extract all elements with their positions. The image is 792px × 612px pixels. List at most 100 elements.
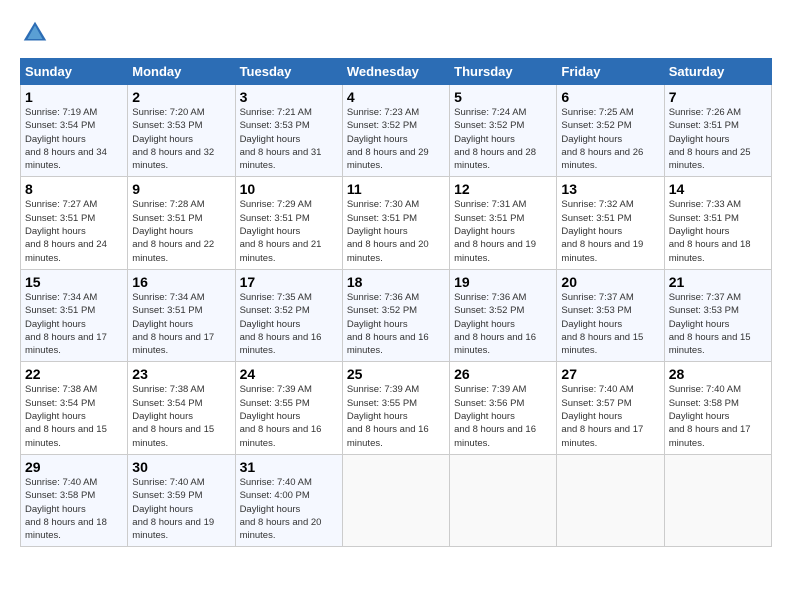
day-detail: Sunrise: 7:28 AMSunset: 3:51 PMDaylight … xyxy=(132,199,214,263)
day-detail: Sunrise: 7:21 AMSunset: 3:53 PMDaylight … xyxy=(240,107,322,171)
calendar-cell: 27 Sunrise: 7:40 AMSunset: 3:57 PMDaylig… xyxy=(557,362,664,454)
calendar-cell: 6 Sunrise: 7:25 AMSunset: 3:52 PMDayligh… xyxy=(557,85,664,177)
calendar-col-wednesday: Wednesday xyxy=(342,59,449,85)
calendar-cell: 13 Sunrise: 7:32 AMSunset: 3:51 PMDaylig… xyxy=(557,177,664,269)
calendar-cell: 5 Sunrise: 7:24 AMSunset: 3:52 PMDayligh… xyxy=(450,85,557,177)
day-detail: Sunrise: 7:40 AMSunset: 3:58 PMDaylight … xyxy=(25,477,107,541)
day-number: 8 xyxy=(25,181,123,197)
day-detail: Sunrise: 7:29 AMSunset: 3:51 PMDaylight … xyxy=(240,199,322,263)
calendar-cell: 21 Sunrise: 7:37 AMSunset: 3:53 PMDaylig… xyxy=(664,269,771,361)
day-number: 24 xyxy=(240,366,338,382)
calendar-cell: 28 Sunrise: 7:40 AMSunset: 3:58 PMDaylig… xyxy=(664,362,771,454)
calendar-cell: 7 Sunrise: 7:26 AMSunset: 3:51 PMDayligh… xyxy=(664,85,771,177)
calendar-week-4: 22 Sunrise: 7:38 AMSunset: 3:54 PMDaylig… xyxy=(21,362,772,454)
day-detail: Sunrise: 7:23 AMSunset: 3:52 PMDaylight … xyxy=(347,107,429,171)
day-detail: Sunrise: 7:31 AMSunset: 3:51 PMDaylight … xyxy=(454,199,536,263)
day-detail: Sunrise: 7:38 AMSunset: 3:54 PMDaylight … xyxy=(132,384,214,448)
day-number: 10 xyxy=(240,181,338,197)
day-detail: Sunrise: 7:40 AMSunset: 3:59 PMDaylight … xyxy=(132,477,214,541)
day-number: 7 xyxy=(669,89,767,105)
calendar-cell: 8 Sunrise: 7:27 AMSunset: 3:51 PMDayligh… xyxy=(21,177,128,269)
page: SundayMondayTuesdayWednesdayThursdayFrid… xyxy=(0,0,792,612)
calendar-cell: 20 Sunrise: 7:37 AMSunset: 3:53 PMDaylig… xyxy=(557,269,664,361)
day-number: 21 xyxy=(669,274,767,290)
day-number: 13 xyxy=(561,181,659,197)
calendar-body: 1 Sunrise: 7:19 AMSunset: 3:54 PMDayligh… xyxy=(21,85,772,547)
day-detail: Sunrise: 7:24 AMSunset: 3:52 PMDaylight … xyxy=(454,107,536,171)
day-number: 17 xyxy=(240,274,338,290)
day-number: 12 xyxy=(454,181,552,197)
day-detail: Sunrise: 7:32 AMSunset: 3:51 PMDaylight … xyxy=(561,199,643,263)
calendar-col-thursday: Thursday xyxy=(450,59,557,85)
calendar-cell: 10 Sunrise: 7:29 AMSunset: 3:51 PMDaylig… xyxy=(235,177,342,269)
calendar-cell: 18 Sunrise: 7:36 AMSunset: 3:52 PMDaylig… xyxy=(342,269,449,361)
calendar-table: SundayMondayTuesdayWednesdayThursdayFrid… xyxy=(20,58,772,547)
day-number: 26 xyxy=(454,366,552,382)
calendar-cell: 15 Sunrise: 7:34 AMSunset: 3:51 PMDaylig… xyxy=(21,269,128,361)
day-detail: Sunrise: 7:39 AMSunset: 3:56 PMDaylight … xyxy=(454,384,536,448)
day-detail: Sunrise: 7:38 AMSunset: 3:54 PMDaylight … xyxy=(25,384,107,448)
calendar-cell xyxy=(664,454,771,546)
day-number: 2 xyxy=(132,89,230,105)
day-number: 1 xyxy=(25,89,123,105)
day-number: 16 xyxy=(132,274,230,290)
calendar-cell: 1 Sunrise: 7:19 AMSunset: 3:54 PMDayligh… xyxy=(21,85,128,177)
day-detail: Sunrise: 7:39 AMSunset: 3:55 PMDaylight … xyxy=(240,384,322,448)
calendar-week-2: 8 Sunrise: 7:27 AMSunset: 3:51 PMDayligh… xyxy=(21,177,772,269)
day-number: 29 xyxy=(25,459,123,475)
header xyxy=(20,18,772,48)
calendar-cell: 24 Sunrise: 7:39 AMSunset: 3:55 PMDaylig… xyxy=(235,362,342,454)
calendar-cell: 25 Sunrise: 7:39 AMSunset: 3:55 PMDaylig… xyxy=(342,362,449,454)
calendar-cell: 30 Sunrise: 7:40 AMSunset: 3:59 PMDaylig… xyxy=(128,454,235,546)
day-number: 3 xyxy=(240,89,338,105)
calendar-cell: 19 Sunrise: 7:36 AMSunset: 3:52 PMDaylig… xyxy=(450,269,557,361)
day-number: 25 xyxy=(347,366,445,382)
day-number: 30 xyxy=(132,459,230,475)
day-number: 11 xyxy=(347,181,445,197)
calendar-cell: 26 Sunrise: 7:39 AMSunset: 3:56 PMDaylig… xyxy=(450,362,557,454)
calendar-cell: 31 Sunrise: 7:40 AMSunset: 4:00 PMDaylig… xyxy=(235,454,342,546)
day-number: 27 xyxy=(561,366,659,382)
calendar-header-row: SundayMondayTuesdayWednesdayThursdayFrid… xyxy=(21,59,772,85)
calendar-col-saturday: Saturday xyxy=(664,59,771,85)
day-detail: Sunrise: 7:36 AMSunset: 3:52 PMDaylight … xyxy=(347,292,429,356)
day-detail: Sunrise: 7:37 AMSunset: 3:53 PMDaylight … xyxy=(669,292,751,356)
day-detail: Sunrise: 7:40 AMSunset: 3:58 PMDaylight … xyxy=(669,384,751,448)
calendar-cell: 12 Sunrise: 7:31 AMSunset: 3:51 PMDaylig… xyxy=(450,177,557,269)
calendar-cell: 17 Sunrise: 7:35 AMSunset: 3:52 PMDaylig… xyxy=(235,269,342,361)
day-number: 5 xyxy=(454,89,552,105)
day-detail: Sunrise: 7:37 AMSunset: 3:53 PMDaylight … xyxy=(561,292,643,356)
day-detail: Sunrise: 7:20 AMSunset: 3:53 PMDaylight … xyxy=(132,107,214,171)
calendar-col-monday: Monday xyxy=(128,59,235,85)
day-detail: Sunrise: 7:26 AMSunset: 3:51 PMDaylight … xyxy=(669,107,751,171)
day-number: 9 xyxy=(132,181,230,197)
calendar-cell: 2 Sunrise: 7:20 AMSunset: 3:53 PMDayligh… xyxy=(128,85,235,177)
logo xyxy=(20,18,56,48)
day-number: 28 xyxy=(669,366,767,382)
calendar-cell: 23 Sunrise: 7:38 AMSunset: 3:54 PMDaylig… xyxy=(128,362,235,454)
calendar-cell: 16 Sunrise: 7:34 AMSunset: 3:51 PMDaylig… xyxy=(128,269,235,361)
calendar-cell: 22 Sunrise: 7:38 AMSunset: 3:54 PMDaylig… xyxy=(21,362,128,454)
day-number: 23 xyxy=(132,366,230,382)
day-number: 19 xyxy=(454,274,552,290)
day-detail: Sunrise: 7:27 AMSunset: 3:51 PMDaylight … xyxy=(25,199,107,263)
day-detail: Sunrise: 7:34 AMSunset: 3:51 PMDaylight … xyxy=(132,292,214,356)
calendar-cell: 9 Sunrise: 7:28 AMSunset: 3:51 PMDayligh… xyxy=(128,177,235,269)
calendar-cell: 29 Sunrise: 7:40 AMSunset: 3:58 PMDaylig… xyxy=(21,454,128,546)
logo-icon xyxy=(20,18,50,48)
day-number: 6 xyxy=(561,89,659,105)
calendar-cell xyxy=(342,454,449,546)
calendar-col-sunday: Sunday xyxy=(21,59,128,85)
day-detail: Sunrise: 7:33 AMSunset: 3:51 PMDaylight … xyxy=(669,199,751,263)
day-detail: Sunrise: 7:40 AMSunset: 4:00 PMDaylight … xyxy=(240,477,322,541)
day-number: 31 xyxy=(240,459,338,475)
calendar-cell: 4 Sunrise: 7:23 AMSunset: 3:52 PMDayligh… xyxy=(342,85,449,177)
calendar-col-tuesday: Tuesday xyxy=(235,59,342,85)
day-detail: Sunrise: 7:25 AMSunset: 3:52 PMDaylight … xyxy=(561,107,643,171)
day-detail: Sunrise: 7:39 AMSunset: 3:55 PMDaylight … xyxy=(347,384,429,448)
day-number: 20 xyxy=(561,274,659,290)
day-detail: Sunrise: 7:19 AMSunset: 3:54 PMDaylight … xyxy=(25,107,107,171)
calendar-col-friday: Friday xyxy=(557,59,664,85)
calendar-cell: 11 Sunrise: 7:30 AMSunset: 3:51 PMDaylig… xyxy=(342,177,449,269)
day-detail: Sunrise: 7:30 AMSunset: 3:51 PMDaylight … xyxy=(347,199,429,263)
